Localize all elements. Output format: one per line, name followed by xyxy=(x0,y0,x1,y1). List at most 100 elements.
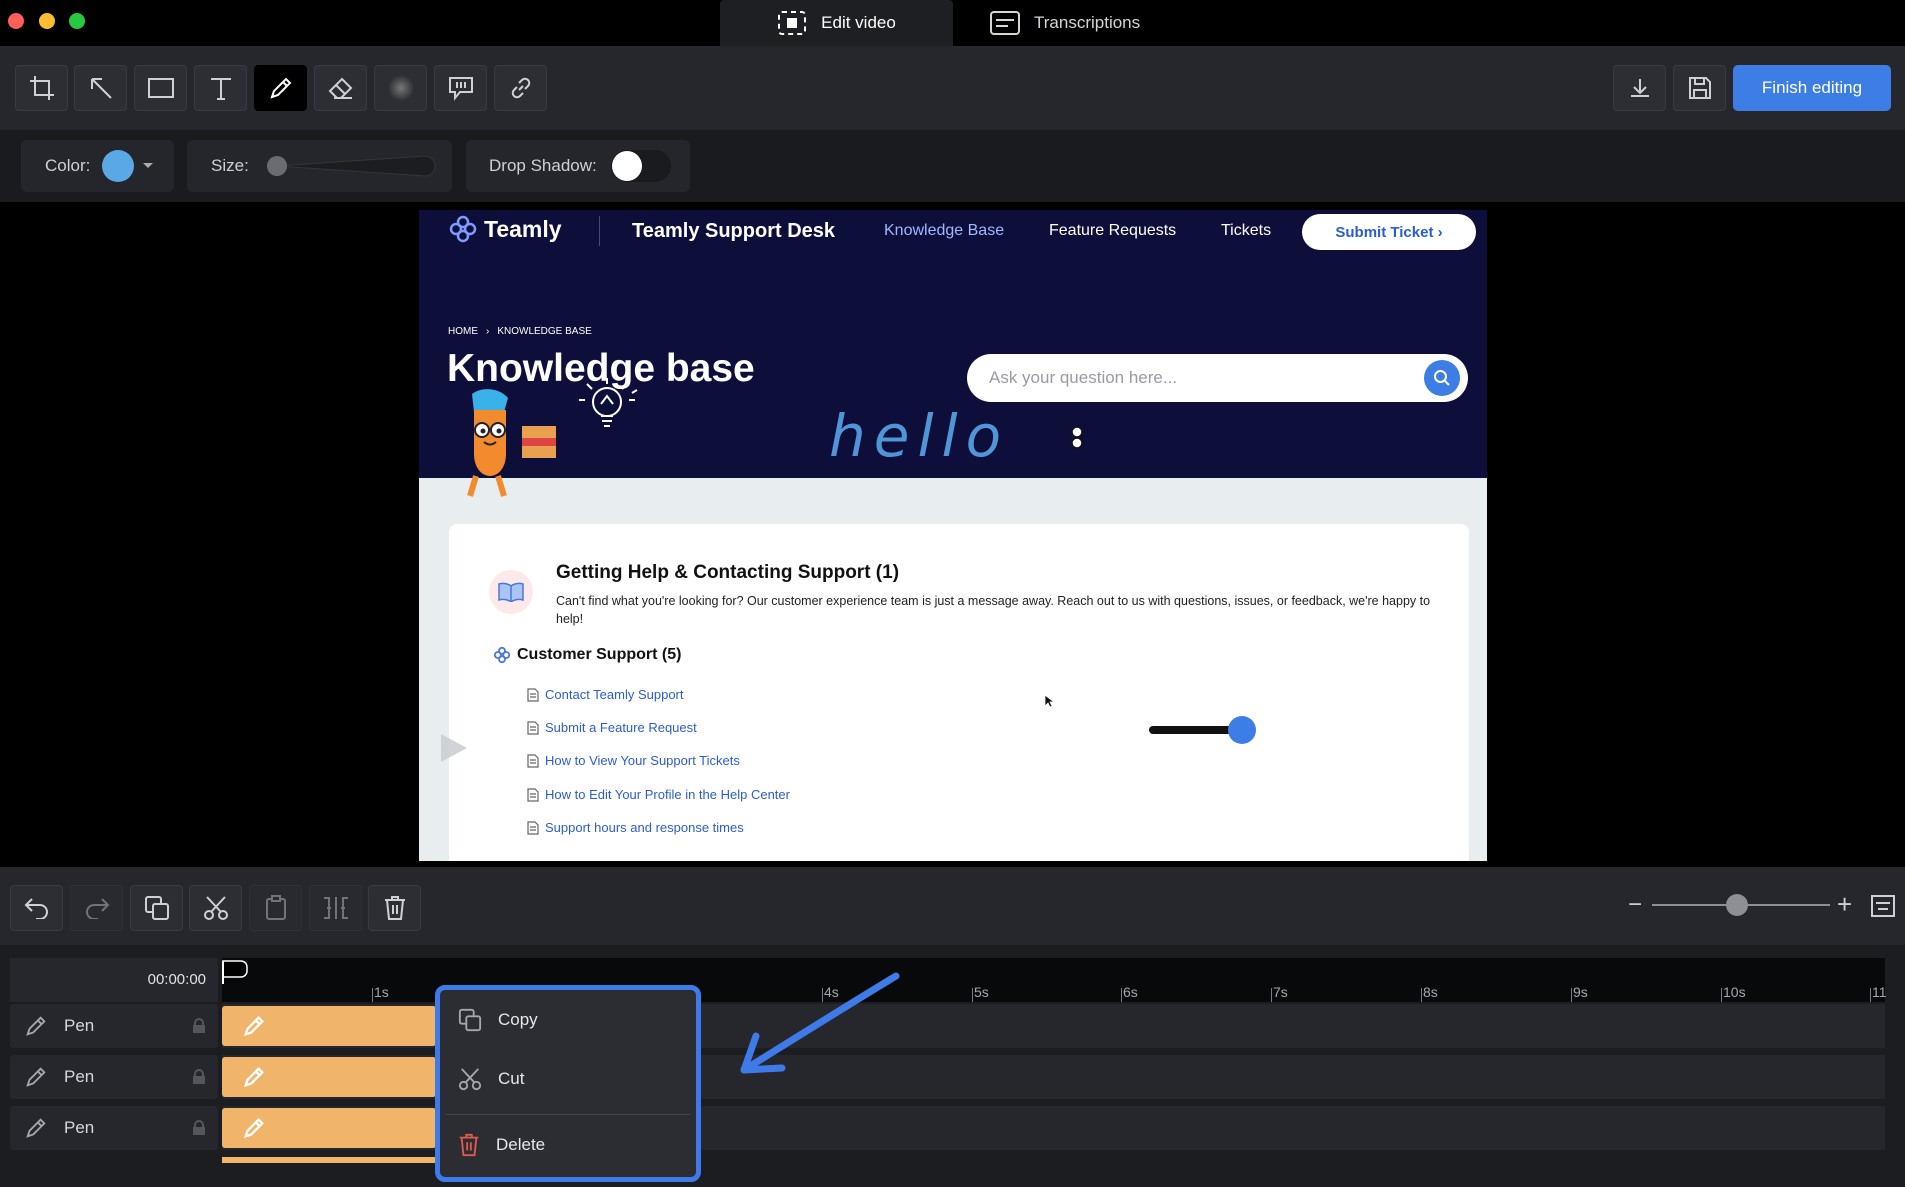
kb-link[interactable]: How to View Your Support Tickets xyxy=(527,753,740,768)
fit-timeline-icon xyxy=(1871,895,1895,917)
kb-link[interactable]: Support hours and response times xyxy=(527,820,744,835)
timeline: 00:00:00 1s 2s 3s 4s 5s 6s 7s 8s 9s 10s … xyxy=(0,945,1905,1187)
blur-icon xyxy=(387,74,415,102)
chevron-down-icon[interactable] xyxy=(142,162,154,170)
drop-shadow-toggle[interactable] xyxy=(610,150,671,182)
close-window-button[interactable] xyxy=(8,13,24,29)
tab-transcriptions[interactable]: Transcriptions xyxy=(990,0,1140,46)
video-frame[interactable]: Teamly Teamly Support Desk Knowledge Bas… xyxy=(419,210,1487,861)
kb-link-label: How to View Your Support Tickets xyxy=(545,753,740,768)
pen-icon xyxy=(242,1116,266,1140)
delete-button[interactable] xyxy=(368,885,421,931)
category-heading: Customer Support (5) xyxy=(493,646,681,664)
redo-button[interactable] xyxy=(70,885,123,931)
kb-link[interactable]: Contact Teamly Support xyxy=(527,687,684,702)
fit-timeline-button[interactable] xyxy=(1871,895,1895,917)
delete-menu-item[interactable]: Delete xyxy=(458,1133,545,1157)
nav-feature-requests[interactable]: Feature Requests xyxy=(1049,222,1176,240)
zoom-out-button[interactable]: − xyxy=(1628,891,1642,919)
arrow-tool-button[interactable] xyxy=(74,65,127,111)
lock-icon[interactable] xyxy=(192,1018,206,1034)
track-label[interactable]: Pen xyxy=(10,1106,218,1150)
blur-tool-button[interactable] xyxy=(374,65,427,111)
breadcrumb-separator: › xyxy=(486,326,490,337)
nav-tickets[interactable]: Tickets xyxy=(1221,222,1271,240)
duplicate-button[interactable] xyxy=(130,885,183,931)
track-label[interactable]: Pen xyxy=(10,1004,218,1048)
transcriptions-icon xyxy=(990,11,1020,35)
tick-mark xyxy=(372,988,373,1002)
lock-icon[interactable] xyxy=(192,1120,206,1136)
lightbulb-illustration xyxy=(567,370,651,434)
copy-menu-item[interactable]: Copy xyxy=(458,1008,538,1032)
tick-mark xyxy=(1421,988,1422,1002)
drop-shadow-label: Drop Shadow: xyxy=(489,156,597,175)
size-label: Size: xyxy=(211,156,249,175)
kb-link[interactable]: Submit a Feature Request xyxy=(527,720,697,735)
brand-name: Teamly xyxy=(484,215,562,242)
play-button[interactable] xyxy=(439,732,469,764)
tick-mark xyxy=(1571,988,1572,1002)
section-title[interactable]: Getting Help & Contacting Support (1) xyxy=(556,562,899,584)
maximize-window-button[interactable] xyxy=(69,13,85,29)
drop-shadow-option: Drop Shadow: xyxy=(466,140,690,192)
size-slider[interactable] xyxy=(265,153,437,179)
cut-button[interactable] xyxy=(189,885,242,931)
pen-clip[interactable] xyxy=(222,1006,436,1046)
scissors-icon xyxy=(458,1067,482,1091)
lock-icon[interactable] xyxy=(192,1069,206,1085)
search-button[interactable] xyxy=(1424,360,1460,396)
text-icon xyxy=(209,76,233,100)
clipboard-icon xyxy=(265,895,287,921)
playhead-handle[interactable] xyxy=(222,960,252,984)
link-tool-button[interactable] xyxy=(494,65,547,111)
tab-edit-video[interactable]: Edit video xyxy=(720,0,953,46)
color-option: Color: xyxy=(21,140,174,192)
kb-search-input[interactable]: Ask your question here... xyxy=(967,354,1468,402)
annotation-handle[interactable] xyxy=(1070,426,1084,450)
finish-editing-button[interactable]: Finish editing xyxy=(1733,65,1891,111)
text-tool-button[interactable] xyxy=(194,65,247,111)
undo-button[interactable] xyxy=(10,885,63,931)
pen-tool-button[interactable] xyxy=(254,65,307,111)
nav-knowledge-base[interactable]: Knowledge Base xyxy=(884,222,1004,240)
undo-icon xyxy=(24,897,50,919)
save-button[interactable] xyxy=(1673,65,1726,111)
minimize-window-button[interactable] xyxy=(39,13,55,29)
rectangle-tool-button[interactable] xyxy=(134,65,187,111)
tick-label: 11 xyxy=(1872,984,1887,1000)
cut-menu-item[interactable]: Cut xyxy=(458,1067,524,1091)
crop-tool-button[interactable] xyxy=(15,65,68,111)
paste-button[interactable] xyxy=(249,885,302,931)
eraser-tool-button[interactable] xyxy=(314,65,367,111)
edit-bar: − + xyxy=(0,867,1905,945)
trash-icon xyxy=(384,895,406,921)
submit-ticket-button[interactable]: Submit Ticket › xyxy=(1302,214,1476,250)
breadcrumb-home[interactable]: HOME xyxy=(448,326,478,337)
split-button[interactable] xyxy=(309,885,362,931)
document-icon xyxy=(527,787,539,802)
pen-clip[interactable] xyxy=(222,1108,436,1148)
volume-slider[interactable] xyxy=(1147,713,1257,747)
track-name: Pen xyxy=(64,1067,95,1086)
tick-mark xyxy=(1870,988,1871,1002)
track-label[interactable]: Pen xyxy=(10,1055,218,1099)
pen-clip[interactable] xyxy=(222,1057,436,1097)
zoom-in-button[interactable]: + xyxy=(1837,889,1852,920)
category-title[interactable]: Customer Support (5) xyxy=(517,646,681,664)
pen-icon xyxy=(242,1065,266,1089)
spotlight-tool-button[interactable] xyxy=(434,65,487,111)
zoom-slider[interactable] xyxy=(1650,893,1832,917)
download-button[interactable] xyxy=(1613,65,1666,111)
tab-transcriptions-label: Transcriptions xyxy=(1034,13,1141,32)
video-canvas[interactable]: Teamly Teamly Support Desk Knowledge Bas… xyxy=(0,202,1905,867)
site-title: Teamly Support Desk xyxy=(632,220,836,242)
pen-annotation[interactable]: hello xyxy=(829,402,1009,470)
document-icon xyxy=(527,687,539,702)
timecode-box: 00:00:00 xyxy=(10,958,218,1002)
kb-link[interactable]: How to Edit Your Profile in the Help Cen… xyxy=(527,787,790,802)
pen-icon xyxy=(242,1014,266,1038)
title-bar: Edit video Transcriptions xyxy=(0,0,1905,46)
track-name: Pen xyxy=(64,1118,95,1137)
color-swatch[interactable] xyxy=(102,150,135,182)
